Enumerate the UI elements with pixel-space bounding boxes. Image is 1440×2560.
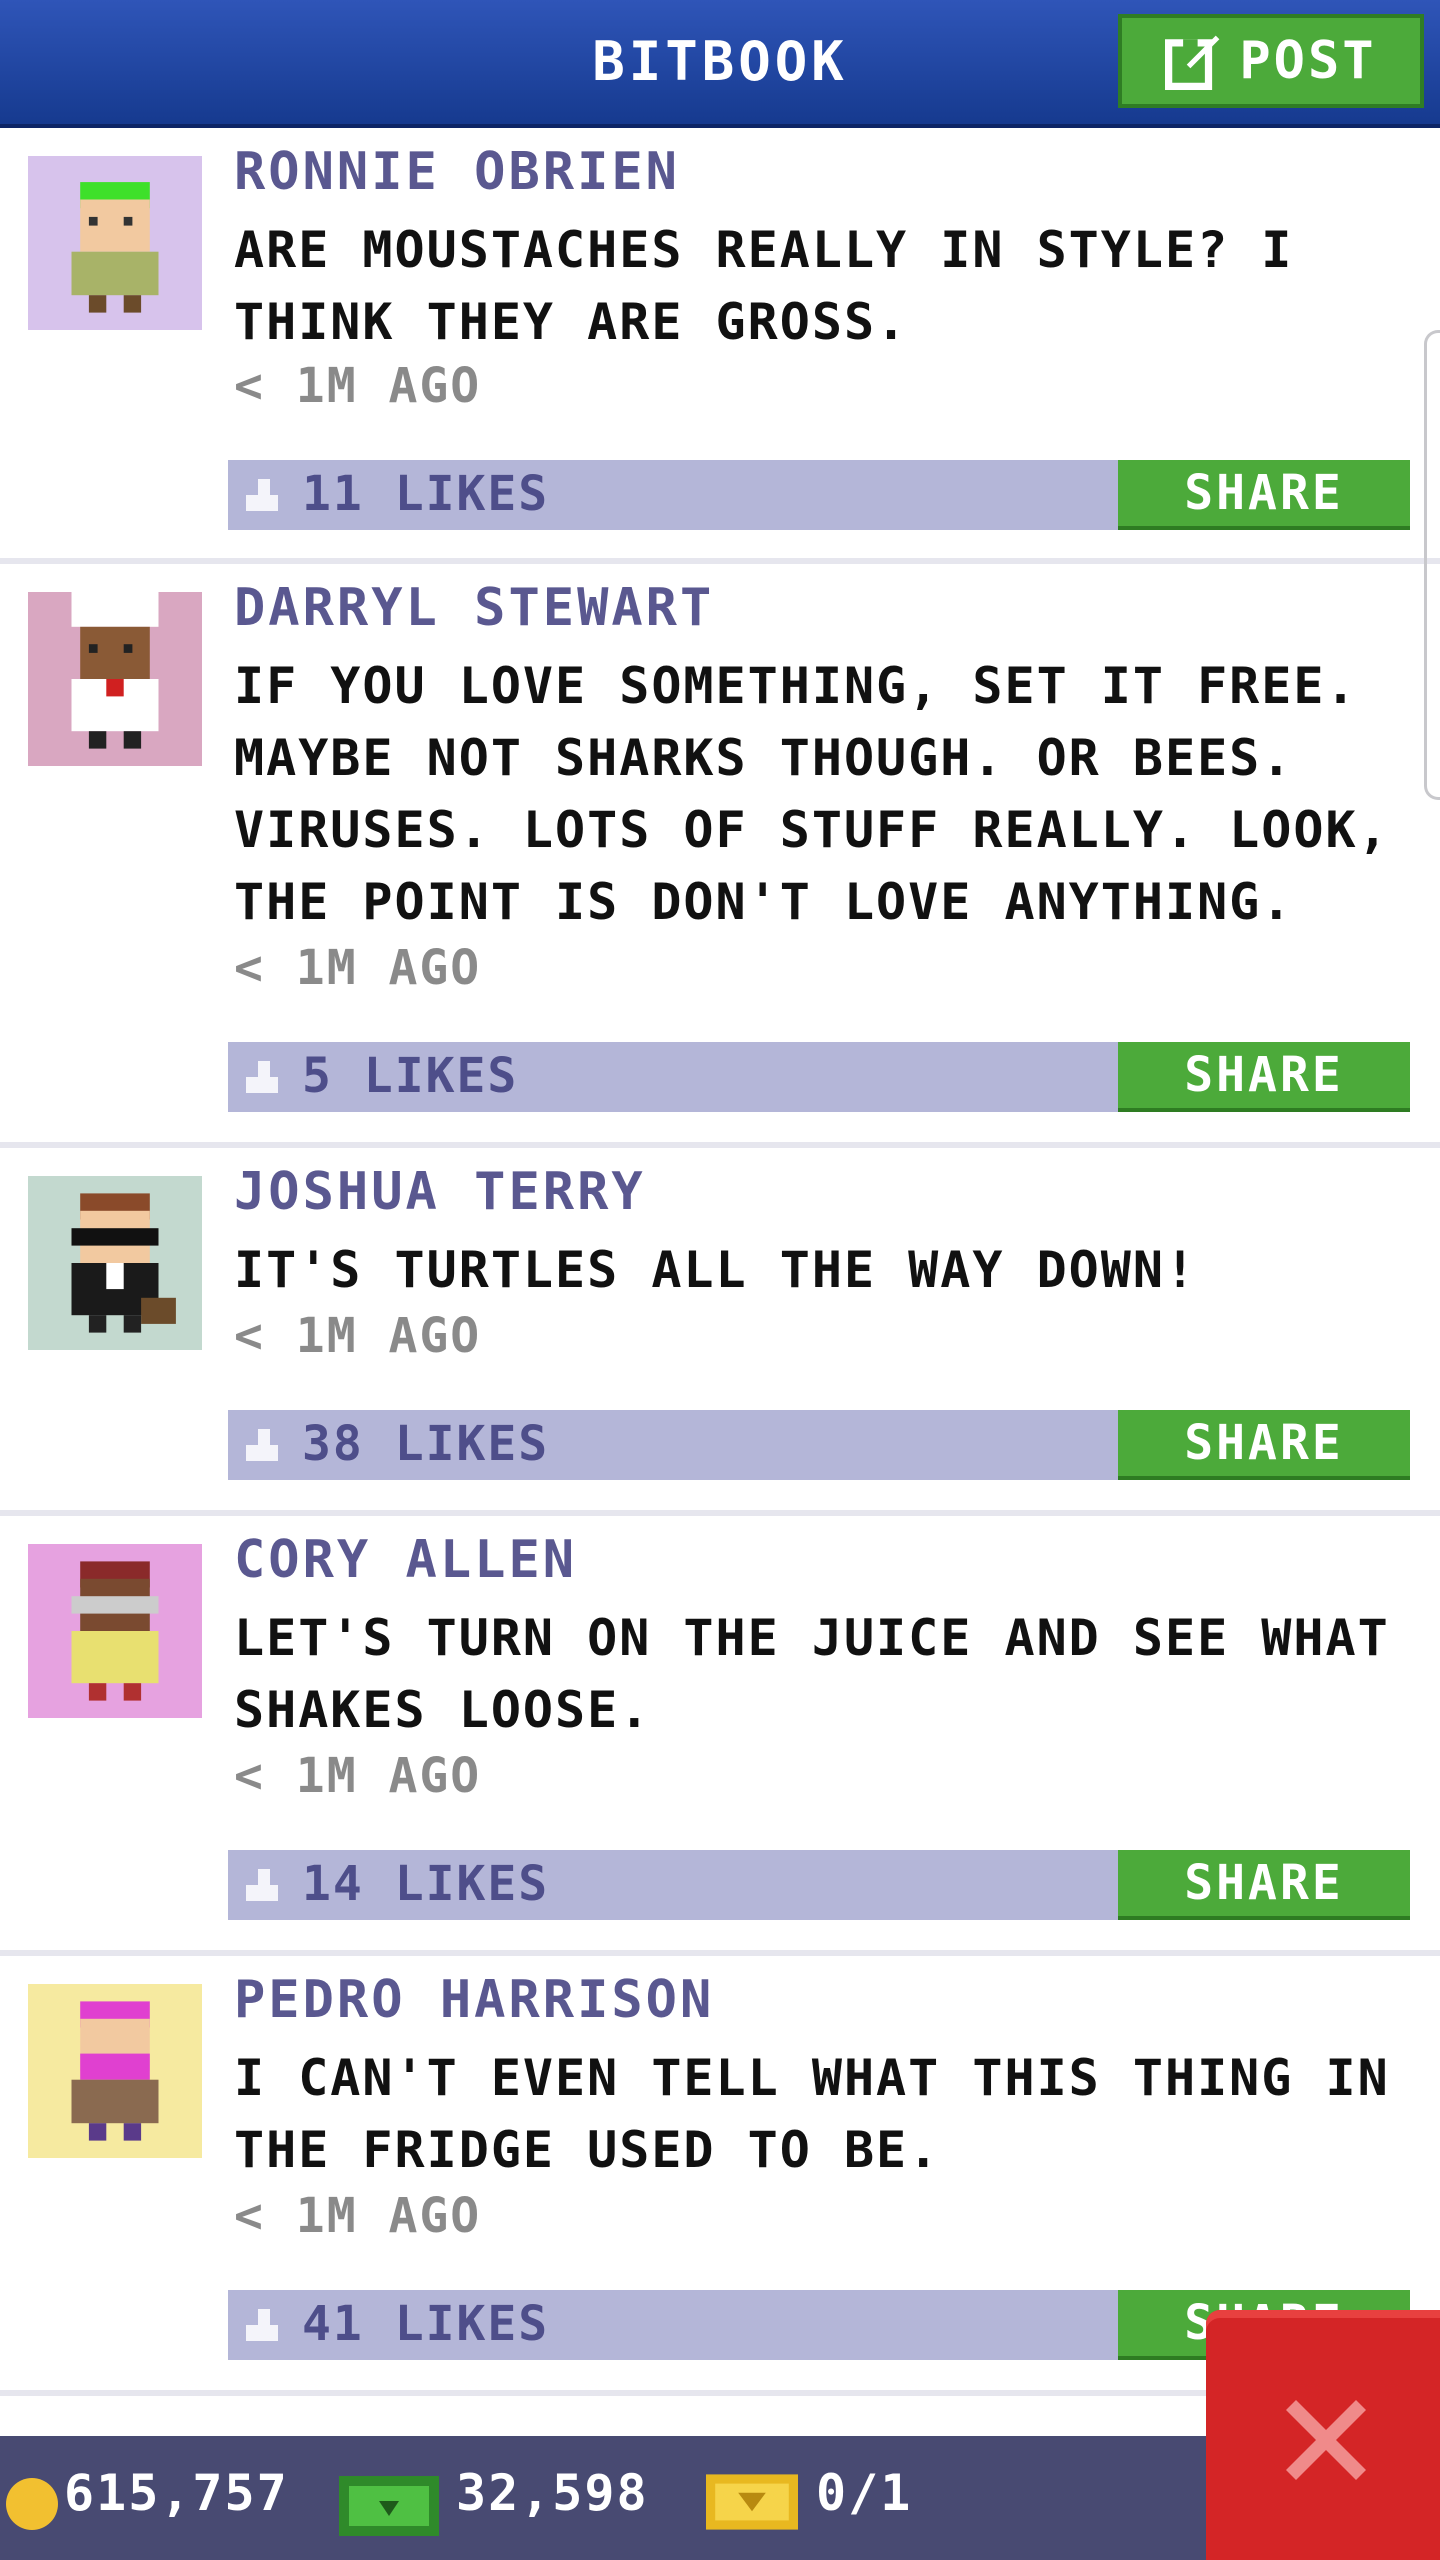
avatar-image (28, 1984, 202, 2158)
like-bar: 11 LIKES SHARE (228, 460, 1410, 530)
share-button[interactable]: SHARE (1118, 1850, 1410, 1920)
post-button-label: POST (1239, 31, 1377, 91)
post-button[interactable]: POST (1118, 14, 1424, 108)
like-bar: 38 LIKES SHARE (228, 1410, 1410, 1480)
coin-count: 615,757 (64, 2464, 289, 2522)
like-count: 5 LIKES (302, 1048, 519, 1104)
like-count: 38 LIKES (302, 1416, 550, 1472)
close-button[interactable] (1206, 2310, 1440, 2560)
post-author[interactable]: JOSHUA TERRY (234, 1162, 646, 1222)
like-icon[interactable] (242, 1424, 282, 1466)
post-time: < 1M AGO (234, 1308, 482, 1364)
post-author[interactable]: DARRYL STEWART (234, 578, 714, 638)
post-time: < 1M AGO (234, 358, 482, 414)
like-bar: 5 LIKES SHARE (228, 1042, 1410, 1112)
like-icon[interactable] (242, 1864, 282, 1906)
avatar (28, 1176, 202, 1350)
ticket-icon (706, 2474, 798, 2530)
share-button[interactable]: SHARE (1118, 1410, 1410, 1480)
coin-icon (6, 2478, 58, 2530)
post-feed: RONNIE OBRIEN ARE MOUSTACHES REALLY IN S… (0, 128, 1440, 2396)
post-message: IF YOU LOVE SOMETHING, SET IT FREE. MAYB… (234, 657, 1390, 931)
avatar-image (28, 156, 202, 330)
like-icon[interactable] (242, 1056, 282, 1098)
avatar (28, 1544, 202, 1718)
post-message: LET'S TURN ON THE JUICE AND SEE WHAT SHA… (234, 1609, 1390, 1739)
like-bar: 14 LIKES SHARE (228, 1850, 1410, 1920)
edit-icon (1165, 35, 1220, 90)
share-button[interactable]: SHARE (1118, 460, 1410, 530)
post-item: JOSHUA TERRY IT'S TURTLES ALL THE WAY DO… (0, 1148, 1440, 1516)
close-icon (1286, 2400, 1366, 2480)
post-item: CORY ALLEN LET'S TURN ON THE JUICE AND S… (0, 1516, 1440, 1956)
bux-icon (339, 2476, 439, 2536)
scroll-indicator[interactable] (1424, 330, 1440, 800)
like-count: 41 LIKES (302, 2296, 550, 2352)
post-item: RONNIE OBRIEN ARE MOUSTACHES REALLY IN S… (0, 128, 1440, 564)
avatar-image (28, 1176, 202, 1350)
post-time: < 1M AGO (234, 940, 482, 996)
post-author[interactable]: PEDRO HARRISON (234, 1970, 714, 2030)
post-message: I CAN'T EVEN TELL WHAT THIS THING IN THE… (234, 2049, 1390, 2179)
avatar-image (28, 592, 202, 766)
post-message: IT'S TURTLES ALL THE WAY DOWN! (234, 1241, 1198, 1299)
post-item: DARRYL STEWART IF YOU LOVE SOMETHING, SE… (0, 564, 1440, 1148)
like-icon[interactable] (242, 474, 282, 516)
post-message: ARE MOUSTACHES REALLY IN STYLE? I THINK … (234, 221, 1294, 351)
avatar (28, 1984, 202, 2158)
bux-count: 32,598 (456, 2464, 649, 2522)
post-author[interactable]: CORY ALLEN (234, 1530, 577, 1590)
post-author[interactable]: RONNIE OBRIEN (234, 142, 680, 202)
ticket-count: 0/1 (816, 2464, 913, 2522)
avatar (28, 156, 202, 330)
avatar-image (28, 1544, 202, 1718)
like-count: 11 LIKES (302, 466, 550, 522)
avatar (28, 592, 202, 766)
app-header: BITBOOK POST (0, 0, 1440, 128)
share-button[interactable]: SHARE (1118, 1042, 1410, 1112)
like-count: 14 LIKES (302, 1856, 550, 1912)
like-icon[interactable] (242, 2304, 282, 2346)
post-time: < 1M AGO (234, 2188, 482, 2244)
post-time: < 1M AGO (234, 1748, 482, 1804)
